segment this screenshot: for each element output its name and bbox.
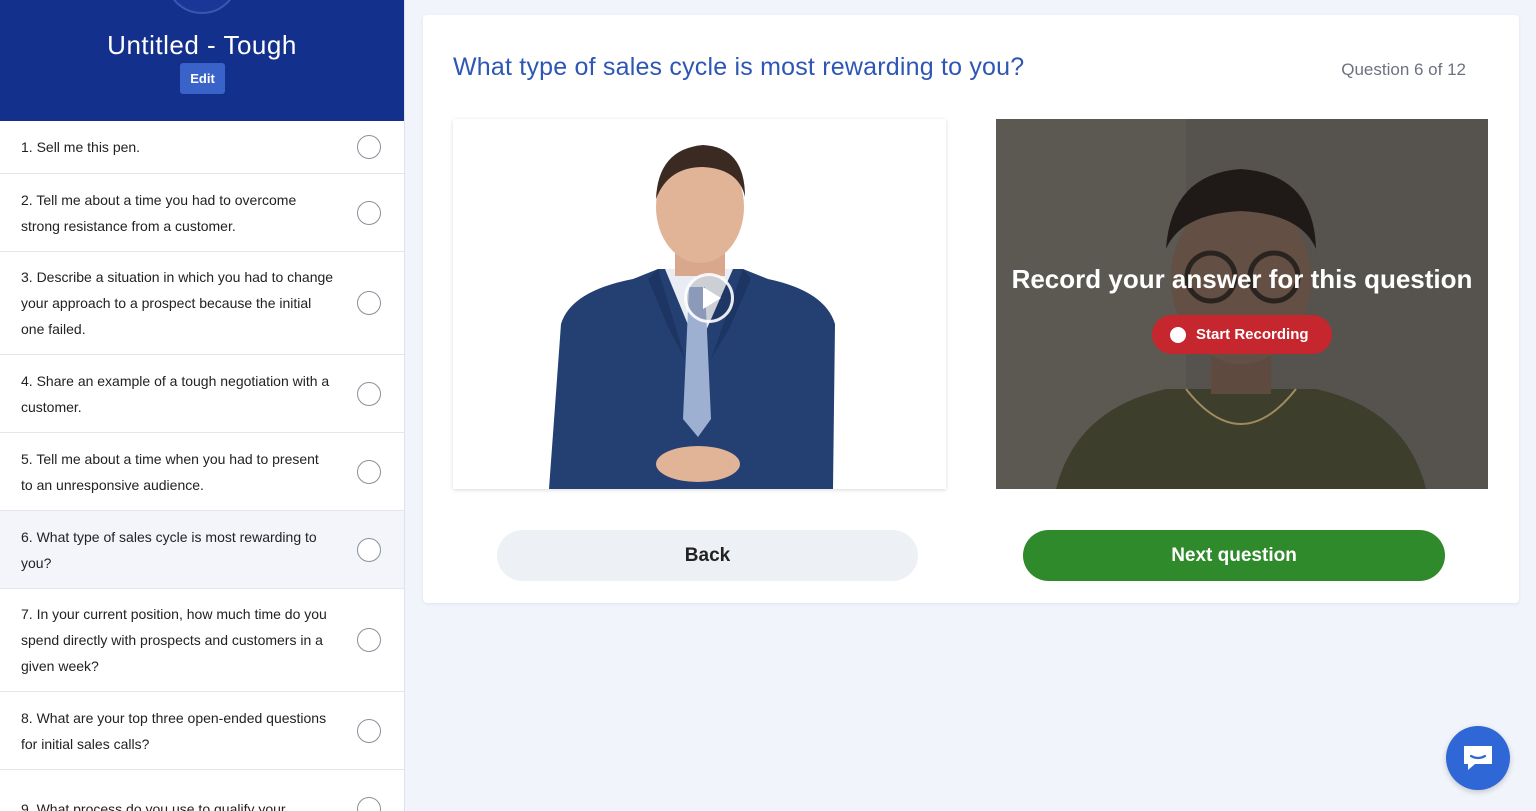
chat-icon xyxy=(1464,746,1492,770)
question-status-radio xyxy=(357,628,381,652)
candidate-webcam: Record your answer for this question Sta… xyxy=(996,119,1488,489)
question-status-radio xyxy=(357,200,381,225)
sidebar-question-item[interactable]: 2. Tell me about a time you had to overc… xyxy=(0,174,404,252)
sidebar-question-label: 2. Tell me about a time you had to overc… xyxy=(21,191,297,234)
question-status-radio xyxy=(357,459,381,484)
question-sidebar: Untitled - Tough Edit 1. Sell me this pe… xyxy=(0,0,405,811)
interviewer-video[interactable] xyxy=(453,119,946,489)
sidebar-question-item[interactable]: 6. What type of sales cycle is most rewa… xyxy=(0,511,404,589)
question-status-radio xyxy=(357,135,381,159)
question-status-radio xyxy=(357,537,381,562)
edit-button[interactable]: Edit xyxy=(180,63,225,94)
sidebar-question-label: 4. Share an example of a tough negotiati… xyxy=(21,372,330,415)
record-prompt: Record your answer for this question xyxy=(1011,264,1473,294)
play-icon[interactable] xyxy=(684,273,734,323)
sidebar-question-item[interactable]: 5. Tell me about a time when you had to … xyxy=(0,433,404,511)
sidebar-question-label: 6. What type of sales cycle is most rewa… xyxy=(21,528,317,571)
sidebar-question-item[interactable]: 8. What are your top three open-ended qu… xyxy=(0,692,404,770)
question-status-radio xyxy=(357,291,381,315)
sidebar-question-label: 9. What process do you use to qualify yo… xyxy=(21,800,286,811)
back-button[interactable]: Back xyxy=(497,530,918,581)
webcam-figure xyxy=(996,119,1488,489)
next-question-button[interactable]: Next question xyxy=(1023,530,1445,581)
record-dot-icon xyxy=(1170,326,1186,343)
question-title: What type of sales cycle is most rewardi… xyxy=(453,53,1025,81)
avatar xyxy=(165,0,239,14)
sidebar-header: Untitled - Tough Edit xyxy=(0,0,404,121)
sidebar-question-item[interactable]: 1. Sell me this pen. xyxy=(0,121,404,174)
question-counter: Question 6 of 12 xyxy=(1341,60,1466,79)
question-status-radio xyxy=(357,796,381,811)
question-list: 1. Sell me this pen. 2. Tell me about a t… xyxy=(0,121,404,811)
interview-title: Untitled - Tough xyxy=(107,30,297,60)
sidebar-question-label: 1. Sell me this pen. xyxy=(21,139,141,155)
chat-button[interactable] xyxy=(1446,726,1510,790)
start-recording-label: Start Recording xyxy=(1196,326,1309,343)
sidebar-question-item[interactable]: 9. What process do you use to qualify yo… xyxy=(0,770,404,811)
sidebar-question-label: 5. Tell me about a time when you had to … xyxy=(21,450,319,493)
sidebar-question-label: 7. In your current position, how much ti… xyxy=(21,606,327,674)
sidebar-question-item[interactable]: 4. Share an example of a tough negotiati… xyxy=(0,355,404,433)
sidebar-question-label: 8. What are your top three open-ended qu… xyxy=(21,709,327,752)
sidebar-question-label: 3. Describe a situation in which you had… xyxy=(21,269,334,337)
sidebar-question-item[interactable]: 7. In your current position, how much ti… xyxy=(0,589,404,692)
question-status-radio xyxy=(357,718,381,743)
start-recording-button[interactable]: Start Recording xyxy=(1152,315,1332,354)
sidebar-question-item[interactable]: 3. Describe a situation in which you had… xyxy=(0,252,404,355)
question-status-radio xyxy=(357,381,381,406)
question-card: What type of sales cycle is most rewardi… xyxy=(423,15,1519,603)
